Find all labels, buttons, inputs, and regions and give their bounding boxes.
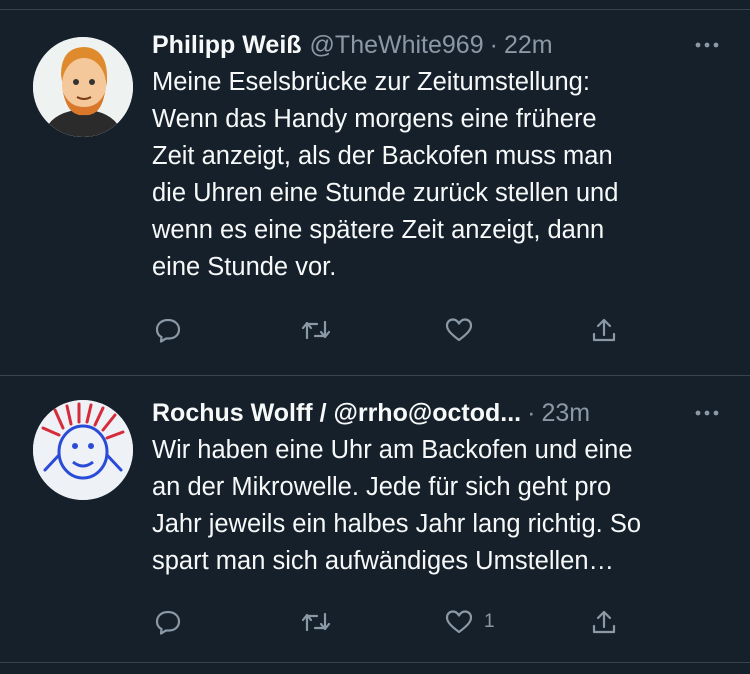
like-icon [444,316,474,344]
like-count: 1 [484,611,495,632]
tweet[interactable]: Philipp Weiß @TheWhite969 · 22m Meine Es… [0,10,750,375]
timestamp[interactable]: 23m [541,399,590,428]
reply-icon [154,316,182,344]
tweet-header: Rochus Wolff / @rrho@octod... · 23m [152,398,722,428]
share-button[interactable] [590,607,618,637]
avatar[interactable] [33,37,133,137]
display-name[interactable]: Rochus Wolff / @rrho@octod... [152,399,521,428]
user-handle[interactable]: @TheWhite969 [310,31,484,60]
tweet[interactable]: Rochus Wolff / @rrho@octod... · 23m Wir … [0,376,750,662]
reply-icon [154,608,182,636]
divider [0,662,750,663]
share-icon [590,316,618,344]
timeline: Philipp Weiß @TheWhite969 · 22m Meine Es… [0,0,750,674]
tweet-text: Meine Eselsbrücke zur Zeitumstellung: We… [152,68,619,281]
retweet-icon [300,608,332,636]
avatar[interactable] [33,400,133,500]
display-name[interactable]: Philipp Weiß [152,31,302,60]
timestamp[interactable]: 22m [504,31,553,60]
tweet-actions: 1 [152,607,622,637]
like-icon [444,608,474,636]
tweet-header: Philipp Weiß @TheWhite969 · 22m [152,30,722,60]
more-icon[interactable] [692,398,722,428]
retweet-icon [300,316,332,344]
retweet-button[interactable] [300,315,332,345]
separator-dot: · [527,398,536,427]
share-icon [590,608,618,636]
like-button[interactable] [444,315,484,345]
share-button[interactable] [590,315,618,345]
more-icon[interactable] [692,30,722,60]
reply-button[interactable] [154,315,182,345]
separator-dot: · [489,30,498,59]
tweet-actions [152,315,622,345]
tweet-text: Wir haben eine Uhr am Backofen und eine … [152,436,642,575]
like-button[interactable]: 1 [444,607,495,637]
retweet-button[interactable] [300,607,332,637]
reply-button[interactable] [154,607,182,637]
